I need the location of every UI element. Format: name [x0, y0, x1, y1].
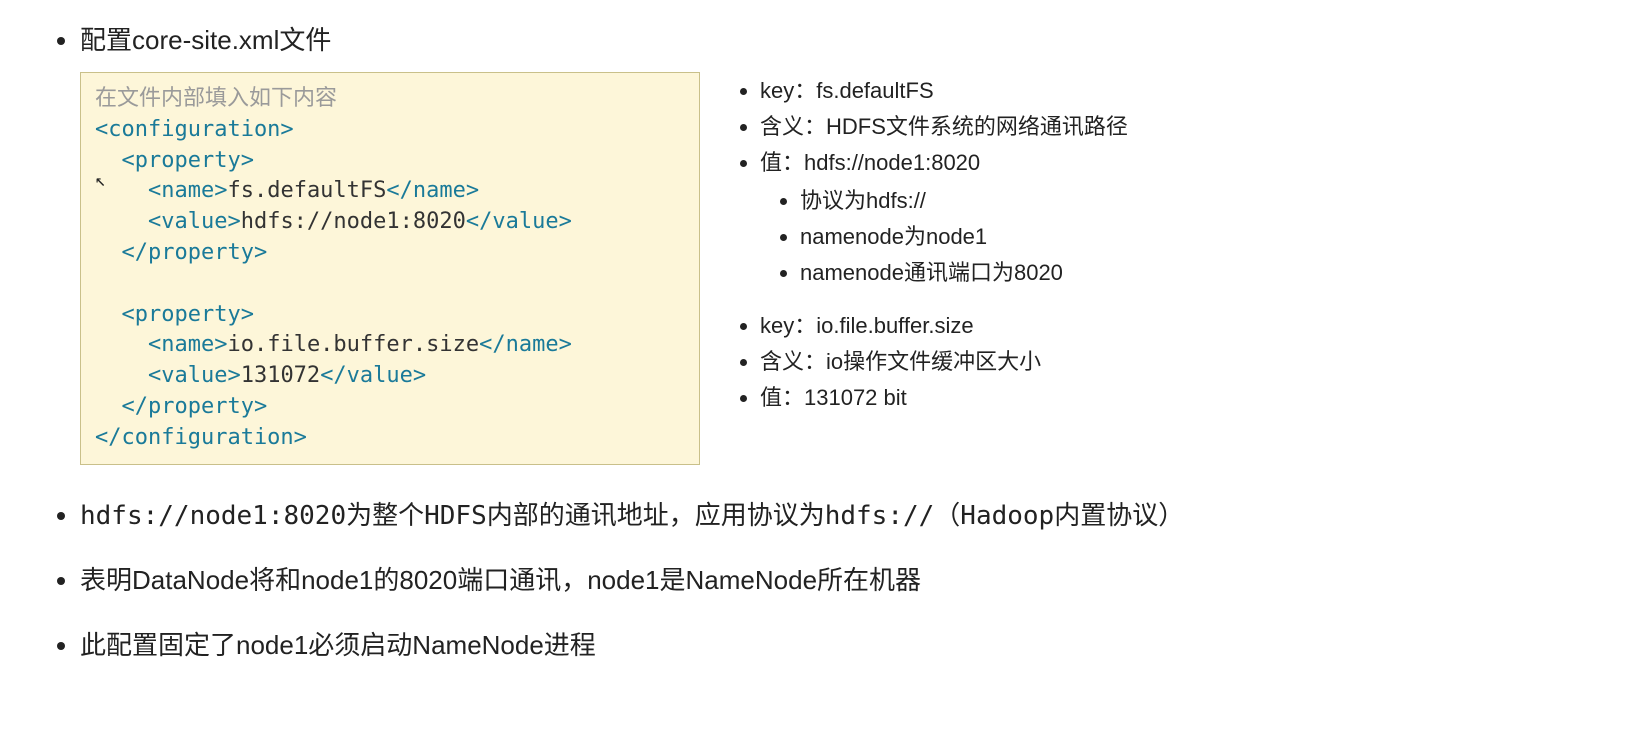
note-item: key：fs.defaultFS: [760, 74, 1128, 108]
code-body: <configuration> <property> <name>fs.defa…: [95, 115, 685, 454]
footer-item: 表明DataNode将和node1的8020端口通讯，node1是NameNod…: [80, 560, 1596, 597]
notes-block-1: key：fs.defaultFS 含义：HDFS文件系统的网络通讯路径 值：hd…: [730, 74, 1128, 291]
note-subitem: 协议为hdfs://: [800, 184, 1128, 218]
note-item: key：io.file.buffer.size: [760, 309, 1128, 343]
cursor-icon: ↖: [95, 168, 106, 193]
content-row: 在文件内部填入如下内容 <configuration> <property> <…: [80, 72, 1596, 465]
footer-list: hdfs://node1:8020为整个HDFS内部的通讯地址，应用协议为hdf…: [40, 495, 1596, 662]
note-subitem: namenode为node1: [800, 220, 1128, 254]
note-item: 含义：HDFS文件系统的网络通讯路径: [760, 110, 1128, 144]
section-title: 配置core-site.xml文件: [80, 25, 331, 55]
footer-item: hdfs://node1:8020为整个HDFS内部的通讯地址，应用协议为hdf…: [80, 495, 1596, 532]
footer-item: 此配置固定了node1必须启动NameNode进程: [80, 625, 1596, 662]
note-subitem: namenode通讯端口为8020: [800, 256, 1128, 290]
note-text: 值：hdfs://node1:8020: [760, 150, 980, 175]
footer-text: hdfs://node1:8020为整个HDFS内部的通讯地址，应用协议为hdf…: [80, 501, 1184, 531]
code-comment: 在文件内部填入如下内容: [95, 85, 337, 110]
note-item: 值：131072 bit: [760, 381, 1128, 415]
notes-sublist: 协议为hdfs:// namenode为node1 namenode通讯端口为8…: [760, 184, 1128, 290]
note-item: 含义：io操作文件缓冲区大小: [760, 345, 1128, 379]
code-box: 在文件内部填入如下内容 <configuration> <property> <…: [80, 72, 700, 465]
notes-block-2: key：io.file.buffer.size 含义：io操作文件缓冲区大小 值…: [730, 309, 1128, 415]
note-item: 值：hdfs://node1:8020 协议为hdfs:// namenode为…: [760, 146, 1128, 290]
notes-column: key：fs.defaultFS 含义：HDFS文件系统的网络通讯路径 值：hd…: [730, 72, 1128, 433]
